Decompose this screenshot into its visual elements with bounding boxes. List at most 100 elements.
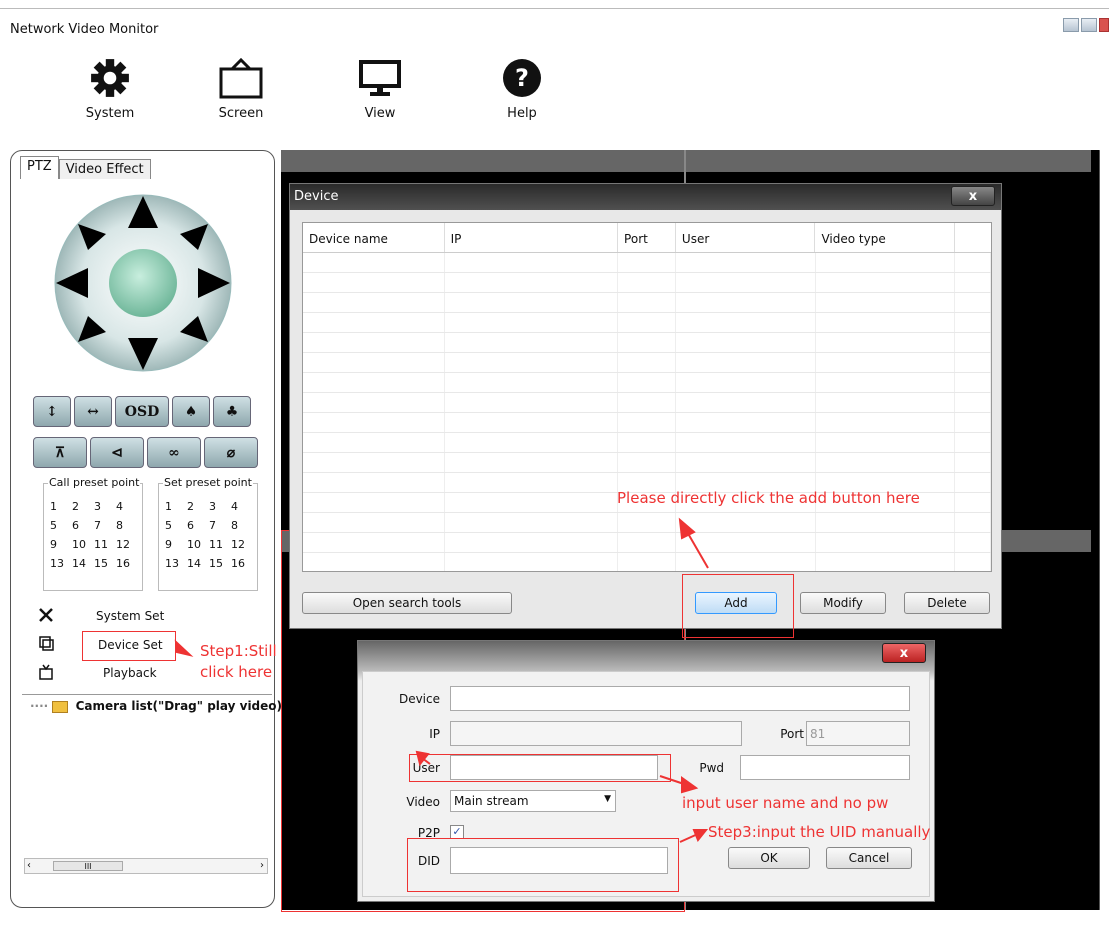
call-point[interactable]: 8 (116, 519, 138, 532)
table-row[interactable] (303, 533, 991, 553)
table-row[interactable] (303, 453, 991, 473)
set-point[interactable]: 14 (187, 557, 209, 570)
p2p-checkbox[interactable]: ✓ (450, 825, 464, 839)
zoom-in-button[interactable]: ⊼ (33, 437, 87, 468)
col-user[interactable]: User (676, 223, 816, 252)
call-point[interactable]: 5 (50, 519, 72, 532)
ok-button[interactable]: OK (728, 847, 810, 869)
zoom-out-button[interactable]: ⊲ (90, 437, 144, 468)
table-row[interactable] (303, 273, 991, 293)
call-point[interactable]: 13 (50, 557, 72, 570)
focus-button[interactable]: ∞ (147, 437, 201, 468)
scroll-thumb[interactable]: III (53, 861, 123, 871)
call-point[interactable]: 1 (50, 500, 72, 513)
tab-video-effect[interactable]: Video Effect (58, 159, 151, 179)
tree-icon-button[interactable]: ♠ (172, 396, 210, 427)
call-point[interactable]: 7 (94, 519, 116, 532)
toolbar-system-button[interactable]: System (70, 55, 150, 121)
col-device-name[interactable]: Device name (303, 223, 445, 252)
iris-button[interactable]: ⌀ (204, 437, 258, 468)
table-row[interactable] (303, 513, 991, 533)
table-row[interactable] (303, 353, 991, 373)
toolbar-view-button[interactable]: View (340, 55, 420, 121)
set-point[interactable]: 4 (231, 500, 253, 513)
table-row[interactable] (303, 293, 991, 313)
camera-list-root[interactable]: ···· Camera list("Drag" play video) (30, 699, 282, 713)
call-point[interactable]: 16 (116, 557, 138, 570)
port-field[interactable]: 81 (806, 721, 910, 746)
table-row[interactable] (303, 253, 991, 273)
playback-item[interactable]: Playback (103, 666, 157, 680)
vertical-flip-button[interactable]: ↕ (33, 396, 71, 427)
horizontal-flip-button[interactable]: ↔ (74, 396, 112, 427)
set-point[interactable]: 9 (165, 538, 187, 551)
call-point[interactable]: 3 (94, 500, 116, 513)
call-point[interactable]: 11 (94, 538, 116, 551)
minimize-button[interactable] (1063, 18, 1079, 32)
set-point[interactable]: 3 (209, 500, 231, 513)
cancel-button[interactable]: Cancel (826, 847, 912, 869)
call-point[interactable]: 2 (72, 500, 94, 513)
col-video-type[interactable]: Video type (815, 223, 956, 252)
table-cell (676, 293, 816, 312)
system-set-item[interactable]: System Set (96, 609, 164, 623)
call-point[interactable]: 14 (72, 557, 94, 570)
chevron-down-icon: ▼ (604, 794, 611, 804)
set-point[interactable]: 8 (231, 519, 253, 532)
osd-button[interactable]: OSD (115, 396, 169, 427)
set-point[interactable]: 10 (187, 538, 209, 551)
pwd-field[interactable] (740, 755, 910, 780)
tools-icon (38, 607, 54, 623)
close-window-button[interactable] (1099, 18, 1109, 32)
table-cell (676, 553, 816, 571)
call-point[interactable]: 9 (50, 538, 72, 551)
set-point[interactable]: 13 (165, 557, 187, 570)
set-point[interactable]: 5 (165, 519, 187, 532)
call-point[interactable]: 10 (72, 538, 94, 551)
table-row[interactable] (303, 433, 991, 453)
open-search-tools-button[interactable]: Open search tools (302, 592, 512, 614)
tree-small-icon-button[interactable]: ♣ (213, 396, 251, 427)
scroll-left-arrow-icon[interactable]: ‹ (27, 860, 31, 871)
scroll-right-arrow-icon[interactable]: › (260, 860, 264, 871)
set-point[interactable]: 1 (165, 500, 187, 513)
ptz-joystick[interactable] (48, 188, 238, 378)
set-point[interactable]: 12 (231, 538, 253, 551)
maximize-button[interactable] (1081, 18, 1097, 32)
call-point[interactable]: 6 (72, 519, 94, 532)
set-point[interactable]: 7 (209, 519, 231, 532)
call-point[interactable]: 15 (94, 557, 116, 570)
delete-button[interactable]: Delete (904, 592, 990, 614)
set-point[interactable]: 16 (231, 557, 253, 570)
camera-list-label: Camera list("Drag" play video) (75, 699, 283, 713)
tab-ptz[interactable]: PTZ (20, 156, 59, 179)
horizontal-scrollbar[interactable]: ‹ III › (24, 858, 268, 874)
video-select[interactable]: Main stream ▼ (450, 790, 616, 812)
toolbar-screen-button[interactable]: Screen (201, 55, 281, 121)
table-row[interactable] (303, 413, 991, 433)
table-cell (816, 293, 956, 312)
device-set-item[interactable]: Device Set (98, 638, 163, 652)
device-name-field[interactable] (450, 686, 910, 711)
table-row[interactable] (303, 313, 991, 333)
table-cell (955, 473, 991, 492)
toolbar-help-button[interactable]: ? Help (482, 55, 562, 121)
set-preset-title: Set preset point (163, 476, 253, 489)
col-ip[interactable]: IP (445, 223, 619, 252)
table-cell (618, 413, 676, 432)
modify-button[interactable]: Modify (800, 592, 886, 614)
table-row[interactable] (303, 393, 991, 413)
table-row[interactable] (303, 373, 991, 393)
call-point[interactable]: 4 (116, 500, 138, 513)
add-dialog-close-button[interactable]: x (882, 643, 926, 663)
col-port[interactable]: Port (618, 223, 676, 252)
table-row[interactable] (303, 553, 991, 571)
table-row[interactable] (303, 333, 991, 353)
set-point[interactable]: 11 (209, 538, 231, 551)
set-point[interactable]: 6 (187, 519, 209, 532)
call-point[interactable]: 12 (116, 538, 138, 551)
set-point[interactable]: 2 (187, 500, 209, 513)
set-point[interactable]: 15 (209, 557, 231, 570)
ip-field[interactable] (450, 721, 742, 746)
device-dialog-close-button[interactable]: x (951, 186, 995, 206)
